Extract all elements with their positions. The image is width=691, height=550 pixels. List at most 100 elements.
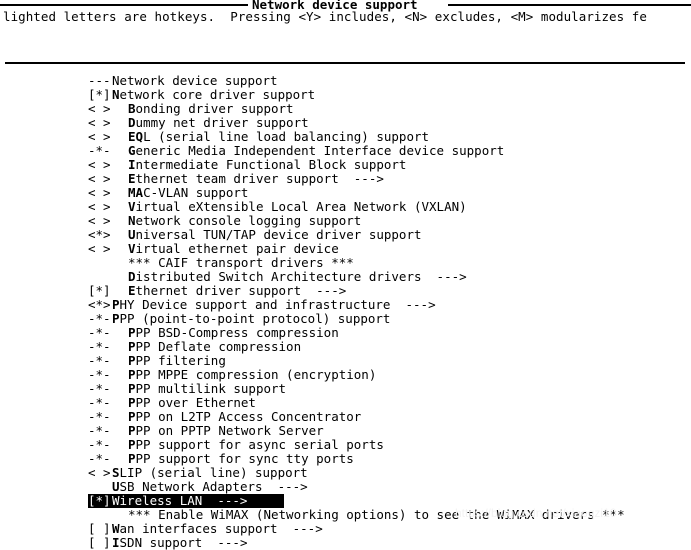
config-row[interactable]: -*- PPP support for async serial ports [0,438,691,452]
hotkey-letter: I [128,157,136,172]
option-label: Dummy net driver support [128,115,309,130]
hotkey-letter: S [112,465,120,480]
hotkey-letter: P [128,325,136,340]
option-label: SLIP (serial line) support [112,465,308,480]
option-state-marker: < > [88,241,111,256]
hotkey-letter: MA [128,185,144,200]
config-row[interactable]: < > MAC-VLAN support [0,186,691,200]
option-label: PPP multilink support [128,381,287,396]
option-state-marker: <*> [88,227,111,242]
option-state-marker: < > [88,199,111,214]
config-row[interactable]: < > Ethernet team driver support ---> [0,172,691,186]
config-row[interactable]: < > EQL (serial line load balancing) supp… [0,130,691,144]
option-state-marker: -*- [88,339,111,354]
config-row[interactable]: -*- PPP over Ethernet [0,396,691,410]
option-state-marker: [ ] [88,535,111,550]
option-label: EQL (serial line load balancing) support [128,129,430,144]
config-option-list[interactable]: --- Network device support [*] Network core… [0,74,691,550]
config-row: --- Network device support [0,74,691,88]
option-label: Network device support [112,73,278,88]
hotkey-letter: B [128,101,136,116]
option-label: ISDN support ---> [112,535,248,550]
config-row[interactable]: < > Dummy net driver support [0,116,691,130]
config-row[interactable]: -*- PPP on PPTP Network Server [0,424,691,438]
option-state-marker: < > [88,157,111,172]
hotkey-help-text: lighted letters are hotkeys. Pressing <Y… [3,9,647,24]
option-label: PPP support for async serial ports [128,437,384,452]
config-row[interactable]: <*> PHY Device support and infrastructure… [0,298,691,312]
config-row[interactable]: -*- PPP Deflate compression [0,340,691,354]
option-label: PPP over Ethernet [128,395,256,410]
option-state-marker: -*- [88,353,111,368]
hotkey-letter: V [128,199,136,214]
hotkey-letter: N [112,87,120,102]
option-state-marker: -*- [88,451,111,466]
option-label: USB Network Adapters ---> [112,479,308,494]
option-label: Bonding driver support [128,101,294,116]
config-row[interactable]: < > SLIP (serial line) support [0,466,691,480]
option-label: PPP MPPE compression (encryption) [128,367,377,382]
option-label: Intermediate Functional Block support [128,157,407,172]
config-row[interactable]: [*] Network core driver support [0,88,691,102]
option-state-marker: < > [88,171,111,186]
config-row[interactable]: -*- PPP support for sync tty ports [0,452,691,466]
option-state-marker: -*- [88,143,111,158]
config-row[interactable]: <*> Universal TUN/TAP device driver suppo… [0,228,691,242]
option-state-marker: -*- [88,437,111,452]
hotkey-letter: D [128,269,136,284]
hotkey-letter: P [128,353,136,368]
hotkey-letter: W [112,521,120,536]
option-state-marker: -*- [88,409,111,424]
config-row[interactable]: -*- PPP (point-to-point protocol) support [0,312,691,326]
option-label: PPP support for sync tty ports [128,451,354,466]
config-row[interactable]: -*- Generic Media Independent Interface d… [0,144,691,158]
hotkey-letter: P [128,437,136,452]
hotkey-letter: P [128,395,136,410]
hotkey-letter: P [128,409,136,424]
config-row[interactable]: < > Bonding driver support [0,102,691,116]
config-row[interactable]: -*- PPP filtering [0,354,691,368]
option-label: Wan interfaces support ---> [112,521,323,536]
option-label: Ethernet driver support ---> [128,283,347,298]
config-row: *** CAIF transport drivers *** [0,256,691,270]
config-row[interactable]: < > Virtual eXtensible Local Area Network… [0,200,691,214]
list-top-divider [5,62,685,64]
config-row[interactable]: -*- PPP multilink support [0,382,691,396]
config-row[interactable]: -*- PPP MPPE compression (encryption) [0,368,691,382]
hotkey-letter: P [128,451,136,466]
option-label: Distributed Switch Architecture drivers … [128,269,467,284]
config-row[interactable]: -*- PPP BSD-Compress compression [0,326,691,340]
option-state-marker: < > [88,185,111,200]
config-row[interactable]: < > Virtual ethernet pair device [0,242,691,256]
config-row[interactable]: [ ] Wan interfaces support ---> [0,522,691,536]
config-row[interactable]: < > Intermediate Functional Block support [0,158,691,172]
option-state-marker: < > [88,465,111,480]
hotkey-letter: U [128,227,136,242]
option-label: Virtual ethernet pair device [128,241,339,256]
title-rule-left [0,4,248,6]
config-row[interactable]: [*] Ethernet driver support ---> [0,284,691,298]
config-row[interactable]: < > Network console logging support [0,214,691,228]
config-row[interactable]: [ ] ISDN support ---> [0,536,691,550]
option-state-marker: < > [88,101,111,116]
option-label: Virtual eXtensible Local Area Network (V… [128,199,467,214]
option-state-marker: -*- [88,367,111,382]
option-state-marker: -*- [88,311,111,326]
option-state-marker: < > [88,115,111,130]
option-label: PHY Device support and infrastructure --… [112,297,436,312]
option-label: PPP (point-to-point protocol) support [112,311,391,326]
option-label: PPP Deflate compression [128,339,302,354]
config-row[interactable]: -*- PPP on L2TP Access Concentrator [0,410,691,424]
option-state-marker: [ ] [88,521,111,536]
option-state-marker: --- [88,73,111,88]
hotkey-letter: N [128,213,136,228]
option-label: Universal TUN/TAP device driver support [128,227,422,242]
option-label: *** CAIF transport drivers *** [128,255,354,270]
hotkey-letter: P [128,339,136,354]
option-state-marker: [*] [88,87,111,102]
config-row[interactable]: Distributed Switch Architecture drivers … [0,270,691,284]
hotkey-letter: E [128,283,136,298]
hotkey-letter: I [112,535,120,550]
config-row[interactable]: USB Network Adapters ---> [0,480,691,494]
hotkey-letter: P [112,297,120,312]
